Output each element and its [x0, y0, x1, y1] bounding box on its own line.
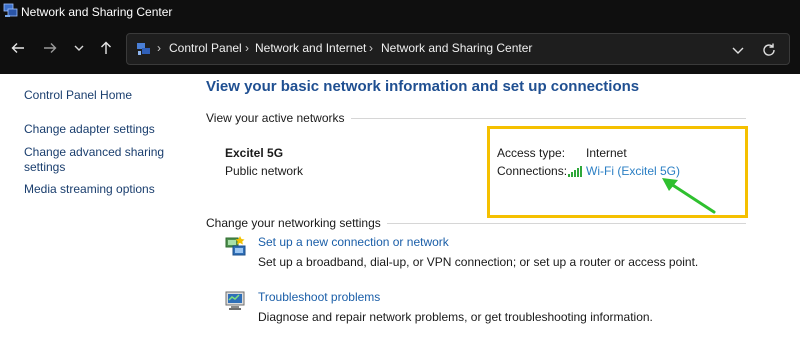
troubleshoot-icon: [225, 291, 245, 310]
breadcrumb-network-internet[interactable]: Network and Internet: [255, 41, 366, 55]
refresh-icon[interactable]: [761, 42, 777, 58]
up-button[interactable]: [95, 36, 117, 60]
breadcrumb-network-sharing-center[interactable]: Network and Sharing Center: [381, 41, 532, 55]
network-category: Public network: [225, 164, 304, 178]
sidebar-item-control-panel-home[interactable]: Control Panel Home: [24, 88, 132, 103]
access-type-label: Access type:: [497, 146, 566, 160]
address-bar[interactable]: › Control Panel › Network and Internet ›…: [126, 33, 790, 65]
access-type-value: Internet: [586, 146, 627, 160]
recent-locations-button[interactable]: [68, 36, 90, 60]
troubleshoot-link[interactable]: Troubleshoot problems: [258, 290, 380, 304]
chevron-down-icon[interactable]: [731, 43, 745, 57]
change-settings-label: Change your networking settings: [206, 216, 387, 230]
breadcrumb-separator: ›: [245, 41, 249, 55]
connections-label: Connections:: [497, 164, 568, 178]
navigation-bar: › Control Panel › Network and Internet ›…: [0, 24, 800, 74]
breadcrumb-separator: ›: [157, 41, 161, 55]
forward-button[interactable]: [39, 36, 61, 60]
new-connection-icon: [225, 236, 246, 256]
annotation-arrow-icon: [662, 178, 716, 214]
setup-connection-description: Set up a broadband, dial-up, or VPN conn…: [258, 255, 699, 269]
chevron-down-icon: [74, 45, 84, 51]
arrow-right-icon: [44, 43, 57, 53]
wifi-signal-icon: [568, 166, 582, 177]
active-networks-label: View your active networks: [206, 111, 351, 125]
page-title: View your basic network information and …: [206, 78, 640, 95]
sidebar-item-change-adapter-settings[interactable]: Change adapter settings: [24, 122, 155, 137]
arrow-left-icon: [11, 43, 24, 53]
arrow-up-icon: [101, 41, 111, 54]
title-bar: Network and Sharing Center: [0, 0, 800, 24]
setup-connection-link[interactable]: Set up a new connection or network: [258, 235, 449, 249]
network-sharing-center-icon: [3, 3, 18, 17]
back-button[interactable]: [7, 36, 29, 60]
control-panel-icon: [137, 43, 150, 55]
troubleshoot-description: Diagnose and repair network problems, or…: [258, 310, 653, 324]
window-title: Network and Sharing Center: [21, 5, 173, 19]
breadcrumb-control-panel[interactable]: Control Panel: [169, 41, 242, 55]
network-name: Excitel 5G: [225, 146, 284, 160]
breadcrumb-separator: ›: [369, 41, 373, 55]
sidebar-item-change-advanced-sharing-settings[interactable]: Change advanced sharing settings: [24, 145, 174, 175]
sidebar-item-media-streaming-options[interactable]: Media streaming options: [24, 182, 155, 197]
